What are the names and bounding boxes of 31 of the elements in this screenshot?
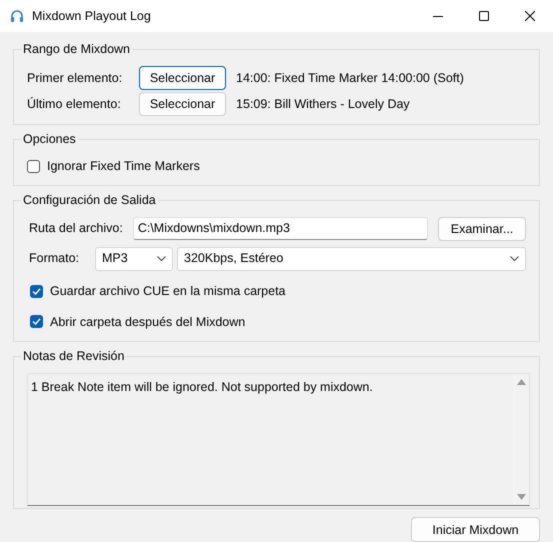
headphones-icon [10,9,24,23]
group-title: Opciones [22,132,77,147]
start-mixdown-button[interactable]: Iniciar Mixdown [411,517,540,542]
group-title: Rango de Mixdown [22,42,132,57]
checkbox-label: Abrir carpeta después del Mixdown [50,314,246,331]
select-button[interactable]: Seleccionar [139,66,226,90]
group-title: Configuración de Salida [22,192,157,208]
close-icon [525,11,535,21]
maximize-icon [479,11,489,21]
format-dropdown[interactable]: MP3 [95,246,173,271]
field-label: Último elemento: [27,96,122,113]
checkbox-label: Ignorar Fixed Time Markers [47,158,200,175]
field-label: Primer elemento: [27,70,124,87]
select-button[interactable]: Seleccionar [139,92,226,116]
file-path-field[interactable]: C:\Mixdowns\mixdown.mp3 [132,217,428,240]
checkbox[interactable] [27,160,40,173]
checkbox[interactable] [30,284,43,298]
quality-dropdown[interactable]: 320Kbps, Estéreo [177,246,526,271]
checkbox[interactable] [30,315,43,328]
caret-icon [157,256,166,262]
item-value: 14:00: Fixed Time Marker 14:00:00 (Soft) [236,70,464,87]
item-value: 15:09: Bill Withers - Lovely Day [236,96,410,113]
group-title: Notas de Revisión [22,349,126,364]
browse-button[interactable]: Examinar... [438,216,526,241]
checkbox-label: Guardar archivo CUE en la misma carpeta [50,282,286,300]
check-icon [32,317,41,326]
caret-icon [510,256,519,262]
check-icon [32,286,41,296]
field-label: Ruta del archivo: [28,220,123,238]
field-label: Formato: [28,250,80,268]
window-title: Mixdown Playout Log [32,8,152,25]
